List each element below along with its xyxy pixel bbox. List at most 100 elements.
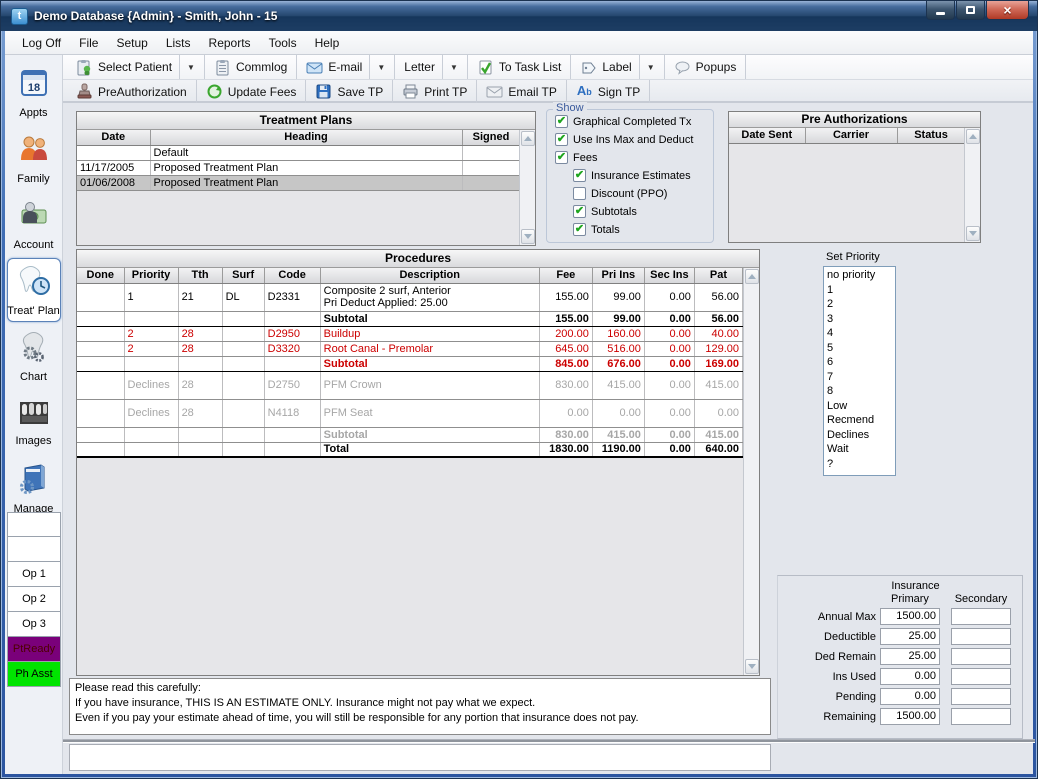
- column-header-sec-ins[interactable]: Sec Ins: [644, 268, 694, 283]
- scroll-up-icon[interactable]: [966, 129, 980, 144]
- preauthorizations-scrollbar[interactable]: [964, 128, 980, 242]
- priority-option-7[interactable]: 7: [827, 370, 895, 385]
- chevron-down-icon[interactable]: ▼: [179, 55, 195, 79]
- sidebar-module-images[interactable]: Images: [7, 390, 61, 454]
- scroll-down-icon[interactable]: [745, 659, 759, 674]
- chevron-down-icon[interactable]: ▼: [369, 55, 385, 79]
- treatment-plan-row[interactable]: 01/06/2008Proposed Treatment Plan: [77, 175, 519, 190]
- minimize-button[interactable]: [926, 1, 955, 20]
- toolbar-button-save-tp[interactable]: Save TP: [306, 80, 393, 103]
- priority-option-4[interactable]: 4: [827, 326, 895, 341]
- toolbar-button-popups[interactable]: Popups: [665, 55, 747, 79]
- column-header-surf[interactable]: Surf: [222, 268, 264, 283]
- toolbar-button-update-fees[interactable]: Update Fees: [197, 80, 307, 103]
- close-button[interactable]: ×: [986, 1, 1029, 20]
- menu-item-help[interactable]: Help: [306, 33, 349, 53]
- procedure-row[interactable]: 228D3320Root Canal - Premolar645.00516.0…: [77, 341, 743, 356]
- toolbar-button-email-tp[interactable]: Email TP: [477, 80, 566, 103]
- show-option-subtotals[interactable]: ✔Subtotals: [573, 205, 713, 218]
- toolbar-button-letter[interactable]: Letter▼: [395, 55, 468, 79]
- show-option-insurance-estimates[interactable]: ✔Insurance Estimates: [573, 169, 713, 182]
- show-option-fees[interactable]: ✔Fees: [555, 151, 713, 164]
- insurance-primary-field[interactable]: 25.00: [880, 628, 940, 645]
- procedure-row[interactable]: Declines28N4118PFM Seat0.000.000.000.00: [77, 399, 743, 427]
- priority-option-2[interactable]: 2: [827, 297, 895, 312]
- toolbar-button-select-patient[interactable]: Select Patient▼: [67, 55, 205, 79]
- toolbar-button-print-tp[interactable]: Print TP: [393, 80, 477, 103]
- procedure-row[interactable]: Subtotal845.00676.000.00169.00: [77, 356, 743, 371]
- show-option-discount-ppo[interactable]: Discount (PPO): [573, 187, 713, 200]
- column-header-tth[interactable]: Tth: [178, 268, 222, 283]
- note-entry-box[interactable]: [69, 744, 771, 771]
- insurance-secondary-field[interactable]: [951, 608, 1011, 625]
- toolbar-button-e-mail[interactable]: E-mail▼: [297, 55, 395, 79]
- priority-option-6[interactable]: 6: [827, 355, 895, 370]
- insurance-primary-field[interactable]: 25.00: [880, 648, 940, 665]
- checkbox-checked-icon[interactable]: ✔: [573, 205, 586, 218]
- show-option-totals[interactable]: ✔Totals: [573, 223, 713, 236]
- menu-item-file[interactable]: File: [70, 33, 107, 53]
- checkbox-checked-icon[interactable]: ✔: [555, 151, 568, 164]
- operatory-button-op-1[interactable]: Op 1: [7, 562, 61, 587]
- show-option-use-ins-max-and-deduct[interactable]: ✔Use Ins Max and Deduct: [555, 133, 713, 146]
- column-header-date-sent[interactable]: Date Sent: [729, 128, 805, 143]
- column-header-signed[interactable]: Signed: [462, 130, 519, 145]
- operatory-button-op-2[interactable]: Op 2: [7, 587, 61, 612]
- priority-option-wait[interactable]: Wait: [827, 442, 895, 457]
- procedure-row[interactable]: Subtotal830.00415.000.00415.00: [77, 427, 743, 442]
- column-header-status[interactable]: Status: [897, 128, 964, 143]
- procedure-row[interactable]: Total1830.001190.000.00640.00: [77, 442, 743, 457]
- scroll-up-icon[interactable]: [521, 131, 535, 146]
- menu-item-setup[interactable]: Setup: [107, 33, 156, 53]
- operatory-button-blank[interactable]: [7, 512, 61, 537]
- toolbar-button-commlog[interactable]: Commlog: [205, 55, 297, 79]
- treatment-plan-row[interactable]: Default: [77, 145, 519, 160]
- scroll-down-icon[interactable]: [521, 229, 535, 244]
- column-header-fee[interactable]: Fee: [539, 268, 592, 283]
- sidebar-module-treat-plan[interactable]: Treat' Plan: [7, 258, 61, 322]
- chevron-down-icon[interactable]: ▼: [639, 55, 655, 79]
- checkbox-unchecked-icon[interactable]: [573, 187, 586, 200]
- operatory-button-ptready[interactable]: PtReady: [7, 637, 61, 662]
- restore-button[interactable]: [956, 1, 985, 20]
- priority-option-declines[interactable]: Declines: [827, 428, 895, 443]
- procedures-scrollbar[interactable]: [743, 268, 759, 675]
- menu-item-tools[interactable]: Tools: [260, 33, 306, 53]
- priority-option-5[interactable]: 5: [827, 341, 895, 356]
- toolbar-button-to-task-list[interactable]: To Task List: [468, 55, 571, 79]
- insurance-primary-field[interactable]: 1500.00: [880, 608, 940, 625]
- column-header-heading[interactable]: Heading: [150, 130, 462, 145]
- column-header-pat[interactable]: Pat: [694, 268, 742, 283]
- insurance-primary-field[interactable]: 0.00: [880, 668, 940, 685]
- sidebar-module-manage[interactable]: Manage: [7, 456, 61, 520]
- toolbar-button-label[interactable]: Label▼: [571, 55, 664, 79]
- scroll-down-icon[interactable]: [966, 226, 980, 241]
- procedure-row[interactable]: 228D2950Buildup200.00160.000.0040.00: [77, 326, 743, 341]
- menu-item-log-off[interactable]: Log Off: [13, 33, 70, 53]
- priority-option-[interactable]: ?: [827, 457, 895, 472]
- operatory-button-ph-asst[interactable]: Ph Asst: [7, 662, 61, 687]
- operatory-button-blank[interactable]: [7, 537, 61, 562]
- priority-option-1[interactable]: 1: [827, 283, 895, 298]
- insurance-secondary-field[interactable]: [951, 708, 1011, 725]
- show-option-graphical-completed-tx[interactable]: ✔Graphical Completed Tx: [555, 115, 713, 128]
- sidebar-module-chart[interactable]: Chart: [7, 324, 61, 388]
- column-header-priority[interactable]: Priority: [124, 268, 178, 283]
- priority-option-recmend[interactable]: Recmend: [827, 413, 895, 428]
- insurance-secondary-field[interactable]: [951, 668, 1011, 685]
- procedure-row[interactable]: 121DLD2331Composite 2 surf, AnteriorPri …: [77, 283, 743, 311]
- column-header-done[interactable]: Done: [77, 268, 124, 283]
- checkbox-checked-icon[interactable]: ✔: [555, 133, 568, 146]
- sidebar-module-appts[interactable]: 18Appts: [7, 60, 61, 124]
- operatory-button-op-3[interactable]: Op 3: [7, 612, 61, 637]
- menu-item-lists[interactable]: Lists: [157, 33, 200, 53]
- treatment-plans-scrollbar[interactable]: [519, 130, 535, 245]
- column-header-description[interactable]: Description: [320, 268, 539, 283]
- insurance-primary-field[interactable]: 0.00: [880, 688, 940, 705]
- sidebar-module-family[interactable]: Family: [7, 126, 61, 190]
- treatment-plan-row[interactable]: 11/17/2005Proposed Treatment Plan: [77, 160, 519, 175]
- insurance-secondary-field[interactable]: [951, 648, 1011, 665]
- priority-option-no-priority[interactable]: no priority: [827, 268, 895, 283]
- priority-option-8[interactable]: 8: [827, 384, 895, 399]
- insurance-secondary-field[interactable]: [951, 628, 1011, 645]
